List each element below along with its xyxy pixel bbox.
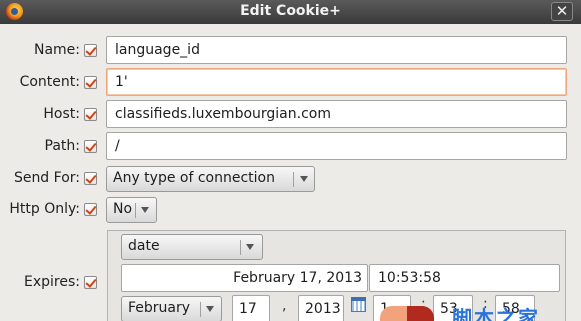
expires-mode-select[interactable]: date (121, 234, 263, 260)
watermark-logo (380, 306, 434, 321)
http-only-separator (135, 203, 136, 218)
calendar-icon[interactable] (351, 297, 366, 312)
watermark-text: 脚本之家 (452, 306, 540, 321)
window-title: Edit Cookie+ (240, 3, 341, 19)
expires-mode-value: date (128, 238, 160, 254)
path-label: Path: (44, 138, 80, 154)
chevron-down-icon (141, 207, 149, 213)
name-label: Name: (33, 42, 80, 58)
watermark: 脚本之家 (380, 300, 581, 321)
chevron-down-icon (206, 306, 214, 312)
close-button[interactable]: ✕ (551, 2, 573, 21)
expires-label: Expires: (24, 274, 80, 290)
content-checkbox[interactable] (84, 76, 97, 89)
host-field[interactable]: classifieds.luxembourgian.com (106, 100, 567, 128)
send-for-value: Any type of connection (113, 170, 275, 186)
content-field[interactable]: 1' (106, 68, 567, 96)
host-checkbox[interactable] (84, 108, 97, 121)
expires-date-field[interactable]: February 17, 2013 (121, 264, 368, 292)
expires-month-separator (200, 302, 201, 317)
http-only-label: Http Only: (9, 201, 80, 217)
send-for-select[interactable]: Any type of connection (106, 166, 315, 192)
chevron-down-icon (300, 176, 308, 182)
send-for-label: Send For: (13, 170, 80, 186)
content-label: Content: (19, 74, 80, 90)
expires-month-select[interactable]: February (121, 296, 222, 321)
expires-year-field[interactable]: 2013 (298, 295, 344, 321)
send-for-separator (293, 172, 294, 187)
expires-mode-separator (240, 240, 241, 255)
http-only-value: No (113, 201, 133, 217)
send-for-checkbox[interactable] (84, 172, 97, 185)
name-checkbox[interactable] (84, 44, 97, 57)
expires-month-value: February (128, 300, 191, 316)
chevron-down-icon (246, 244, 254, 250)
date-separator: , (282, 298, 287, 314)
host-label: Host: (43, 106, 80, 122)
expires-checkbox[interactable] (84, 276, 97, 289)
http-only-checkbox[interactable] (84, 203, 97, 216)
expires-time-field[interactable]: 10:53:58 (369, 264, 560, 292)
name-field[interactable]: language_id (106, 36, 567, 64)
expires-day-field[interactable]: 17 (232, 295, 270, 321)
path-field[interactable]: / (106, 132, 567, 160)
http-only-select[interactable]: No (106, 197, 157, 223)
path-checkbox[interactable] (84, 140, 97, 153)
title-bar: Edit Cookie+ ✕ (0, 0, 581, 24)
